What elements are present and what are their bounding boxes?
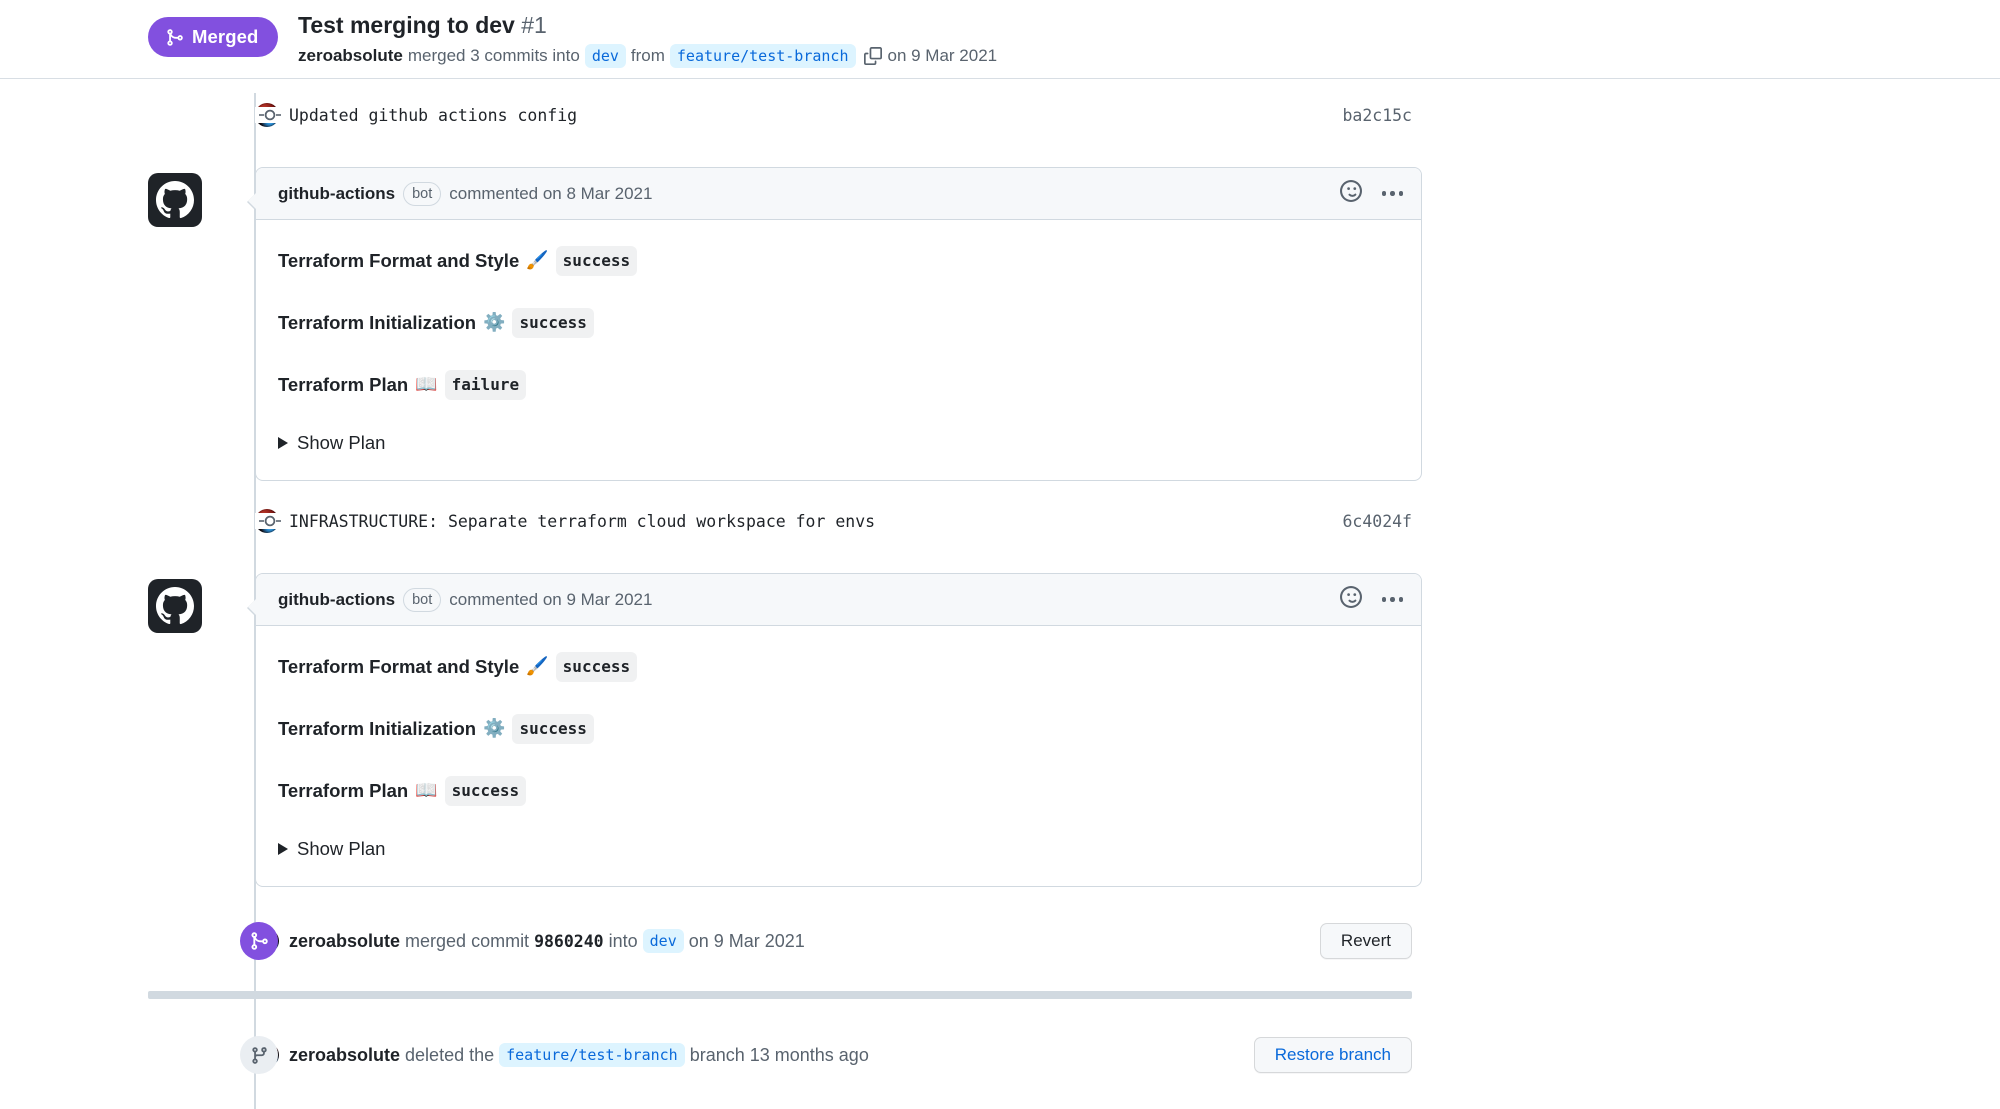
commit-message[interactable]: Updated github actions config	[289, 106, 577, 125]
base-branch-chip[interactable]: dev	[584, 44, 626, 68]
status-line-label: Terraform Format and Style	[278, 250, 520, 271]
merge-text-1: merged commit	[405, 930, 530, 951]
commit-dot-icon	[255, 107, 285, 123]
merge-date: on 9 Mar 2021	[887, 46, 998, 65]
timeline: Updated github actions config ba2c15c gi…	[0, 93, 2000, 1109]
status-value: success	[512, 308, 594, 338]
merge-event-row: zeroabsolute merged commit 9860240 into …	[148, 913, 2000, 969]
terraform-status-line: Terraform Format and Style 🖌️ success	[278, 246, 1399, 276]
merged-text: merged 3 commits into	[407, 46, 580, 65]
book-icon: 📖	[415, 780, 438, 801]
pen-icon: 🖌️	[526, 656, 549, 677]
pr-subtitle: zeroabsolute merged 3 commits into dev f…	[298, 43, 2000, 69]
status-badge-label: Merged	[192, 26, 259, 47]
status-value: success	[512, 714, 594, 744]
terraform-status-line: Terraform Plan 📖 success	[278, 776, 1399, 806]
head-branch-chip[interactable]: feature/test-branch	[669, 44, 856, 68]
gear-icon: ⚙️	[483, 312, 506, 333]
pr-author[interactable]: zeroabsolute	[298, 43, 403, 69]
show-plan-label: Show Plan	[297, 432, 386, 453]
timeline-commit-row: Updated github actions config ba2c15c	[148, 93, 2000, 137]
deleted-branch-chip: feature/test-branch	[499, 1043, 685, 1067]
triangle-right-icon	[278, 437, 288, 449]
merge-event-text: zeroabsolute merged commit 9860240 into …	[289, 929, 810, 953]
terraform-status-line: Terraform Initialization ⚙️ success	[278, 714, 1399, 744]
status-value: success	[444, 776, 527, 806]
delete-actor[interactable]: zeroabsolute	[289, 1045, 400, 1066]
comment-header: github-actions bot commented on 8 Mar 20…	[256, 168, 1421, 220]
kebab-menu-icon[interactable]	[1381, 597, 1403, 602]
comment-author[interactable]: github-actions	[278, 184, 395, 204]
branch-delete-event-row: zeroabsolute deleted the feature/test-br…	[148, 1027, 2000, 1083]
status-line-label: Terraform Initialization	[278, 718, 477, 739]
page-title: Test merging to dev #1	[298, 10, 2000, 40]
status-line-label: Terraform Format and Style	[278, 656, 520, 677]
comment-header: github-actions bot commented on 9 Mar 20…	[256, 574, 1421, 626]
github-actions-avatar[interactable]	[148, 579, 202, 633]
revert-button[interactable]: Revert	[1319, 923, 1412, 959]
merge-event-date: on 9 Mar 2021	[688, 930, 805, 951]
pr-number: #1	[521, 12, 547, 38]
pr-header: Merged Test merging to dev #1 zeroabsolu…	[0, 0, 2000, 79]
book-icon: 📖	[415, 374, 438, 395]
pen-icon: 🖌️	[526, 250, 549, 271]
git-merge-icon	[240, 922, 278, 960]
copy-icon[interactable]	[863, 47, 882, 65]
smiley-icon[interactable]	[1339, 180, 1362, 207]
gear-icon: ⚙️	[483, 718, 506, 739]
show-plan-disclosure[interactable]: Show Plan	[278, 838, 1399, 860]
status-value: success	[555, 246, 638, 276]
merge-target-branch[interactable]: dev	[642, 929, 684, 953]
status-badge-merged: Merged	[148, 17, 279, 57]
delete-text-1: deleted the	[405, 1044, 495, 1065]
bot-badge: bot	[403, 587, 442, 612]
commit-sha[interactable]: ba2c15c	[1342, 106, 2000, 125]
status-line-label: Terraform Plan	[278, 374, 409, 395]
commit-sha[interactable]: 6c4024f	[1342, 512, 2000, 531]
timeline-divider-thick	[148, 991, 1412, 999]
merge-text-2: into	[608, 930, 638, 951]
terraform-status-line: Terraform Initialization ⚙️ success	[278, 308, 1399, 338]
status-value: failure	[444, 370, 527, 400]
status-value: success	[555, 652, 638, 682]
show-plan-label: Show Plan	[297, 838, 386, 859]
timeline-comment: github-actions bot commented on 9 Mar 20…	[148, 565, 2000, 887]
pull-request-page: Merged Test merging to dev #1 zeroabsolu…	[0, 0, 2000, 1109]
timeline-commit-row: INFRASTRUCTURE: Separate terraform cloud…	[148, 499, 2000, 543]
comment-box: github-actions bot commented on 8 Mar 20…	[247, 167, 1422, 481]
branch-delete-text: zeroabsolute deleted the feature/test-br…	[289, 1043, 874, 1067]
comment-box: github-actions bot commented on 9 Mar 20…	[247, 573, 1422, 887]
bot-badge: bot	[403, 181, 442, 206]
terraform-status-line: Terraform Format and Style 🖌️ success	[278, 652, 1399, 682]
comment-author[interactable]: github-actions	[278, 590, 395, 610]
git-merge-icon	[165, 28, 184, 47]
merge-actor[interactable]: zeroabsolute	[289, 931, 400, 952]
git-branch-icon	[240, 1036, 278, 1074]
comment-meta: commented on 9 Mar 2021	[449, 589, 653, 609]
comment-body: Terraform Format and Style 🖌️ success Te…	[256, 220, 1421, 480]
commit-dot-icon	[255, 513, 285, 529]
from-text: from	[630, 46, 665, 65]
status-line-label: Terraform Plan	[278, 780, 409, 801]
timeline-comment: github-actions bot commented on 8 Mar 20…	[148, 159, 2000, 481]
show-plan-disclosure[interactable]: Show Plan	[278, 432, 1399, 454]
comment-meta: commented on 8 Mar 2021	[449, 183, 653, 203]
pr-title-text: Test merging to dev	[298, 12, 515, 38]
github-actions-avatar[interactable]	[148, 173, 202, 227]
smiley-icon[interactable]	[1339, 586, 1362, 613]
triangle-right-icon	[278, 843, 288, 855]
status-line-label: Terraform Initialization	[278, 312, 477, 333]
comment-body: Terraform Format and Style 🖌️ success Te…	[256, 626, 1421, 886]
merge-commit-sha[interactable]: 9860240	[534, 932, 604, 951]
delete-text-2: branch 13 months ago	[689, 1044, 869, 1065]
restore-branch-button[interactable]: Restore branch	[1253, 1037, 1412, 1073]
commit-message[interactable]: INFRASTRUCTURE: Separate terraform cloud…	[289, 512, 875, 531]
terraform-status-line: Terraform Plan 📖 failure	[278, 370, 1399, 400]
kebab-menu-icon[interactable]	[1381, 191, 1403, 196]
